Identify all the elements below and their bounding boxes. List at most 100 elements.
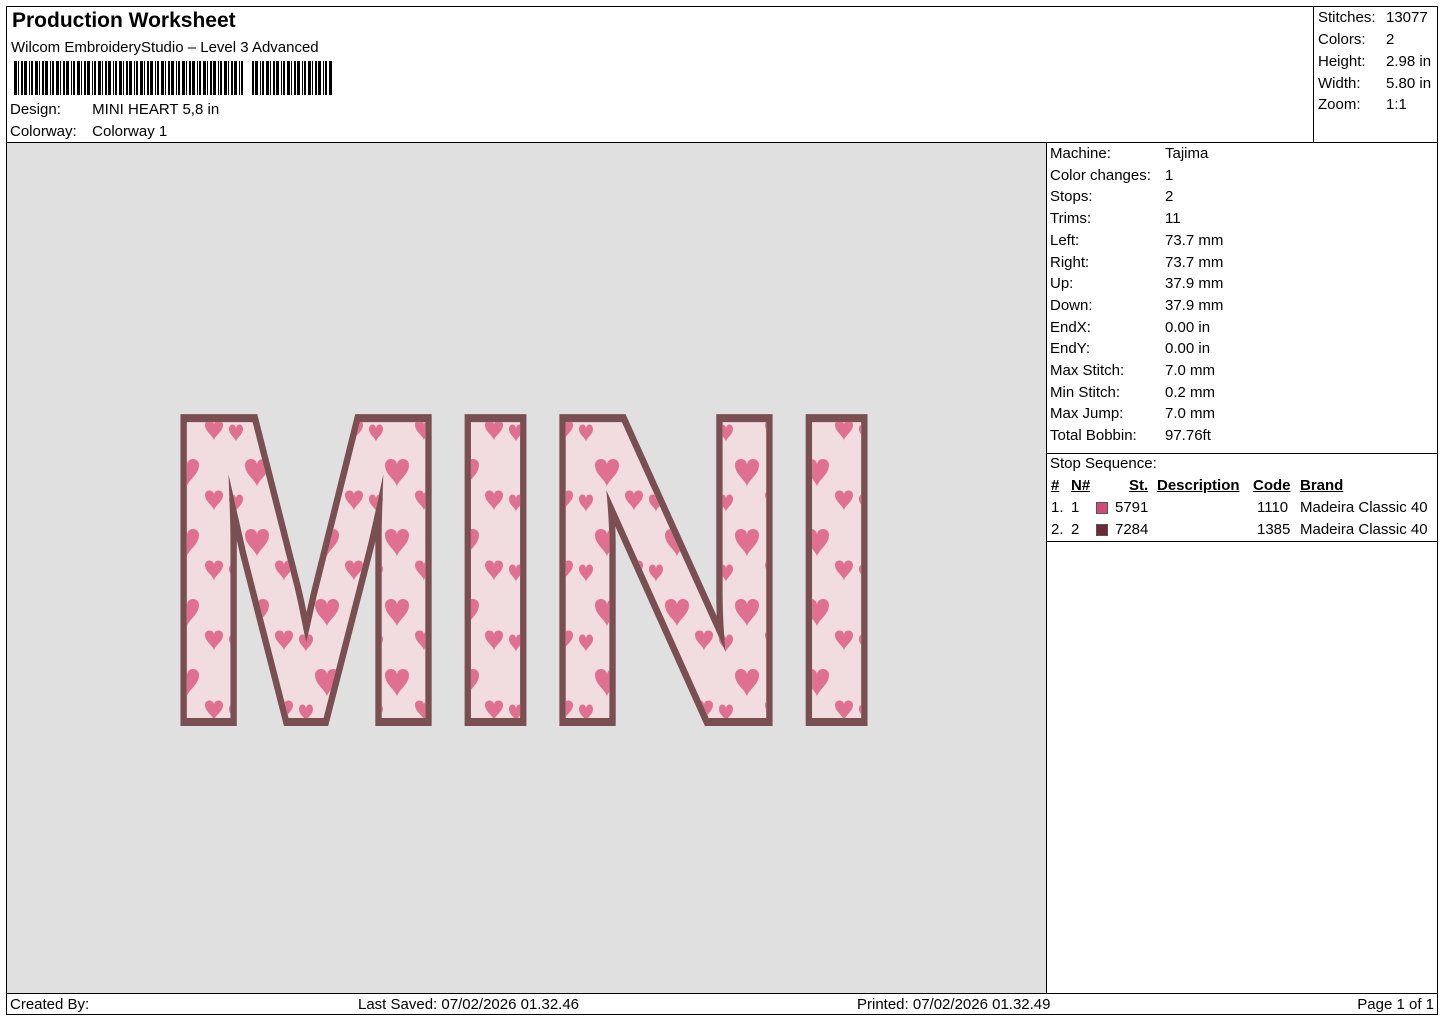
barcode-bar	[329, 61, 332, 95]
barcode-bar	[102, 61, 103, 95]
stop-st: 7284	[1115, 521, 1149, 538]
stop-st: 5791	[1115, 499, 1149, 516]
machine-info-value: Tajima	[1165, 145, 1209, 162]
stop-n: 1	[1071, 499, 1080, 516]
barcode-bar	[239, 61, 240, 95]
printed-date: Printed: 07/02/2026 01.32.49	[857, 996, 1051, 1013]
machine-info-row: Down: 37.9 mm	[1050, 297, 1223, 314]
width-value: 5.80 in	[1386, 75, 1432, 92]
colorway-label: Colorway:	[10, 123, 77, 140]
barcode-bar	[270, 61, 271, 95]
barcode-bar	[98, 61, 101, 95]
machine-info-row: Left: 73.7 mm	[1050, 232, 1223, 249]
barcode-bar	[157, 61, 159, 95]
barcode-bar	[297, 61, 300, 95]
worksheet-footer: Created By: Last Saved: 07/02/2026 01.32…	[7, 993, 1438, 1015]
stop-brand: Madeira Classic 40	[1300, 521, 1428, 538]
divider	[1047, 541, 1438, 542]
barcode-bar	[228, 61, 229, 95]
last-saved: Last Saved: 07/02/2026 01.32.46	[358, 996, 580, 1013]
machine-info-row: Machine: Tajima	[1050, 145, 1208, 162]
barcode-bar	[189, 61, 191, 95]
barcode-bar	[241, 61, 243, 95]
machine-info-row: Color changes: 1	[1050, 167, 1173, 184]
machine-info-value: 0.00 in	[1165, 340, 1211, 358]
machine-info-label: Stops:	[1050, 188, 1093, 206]
colors-label: Colors:	[1318, 31, 1366, 48]
barcode-bar	[50, 61, 51, 95]
machine-info-row: Stops: 2	[1050, 188, 1173, 205]
barcode-bar	[262, 61, 264, 95]
zoom-row: Zoom: 1:1	[1318, 96, 1407, 113]
barcode-bar	[136, 61, 138, 95]
barcode-bar	[220, 61, 222, 95]
barcode-bar	[113, 61, 114, 95]
barcode-bar	[66, 61, 69, 95]
design-letters-pattern: MINI	[164, 373, 884, 763]
barcode-bar	[302, 61, 303, 95]
barcode-bar	[210, 61, 212, 95]
barcode-bar	[197, 61, 198, 95]
barcode-bar	[318, 61, 321, 95]
barcode-bar	[63, 61, 65, 95]
software-name: Wilcom EmbroideryStudio – Level 3 Advanc…	[11, 39, 319, 56]
col-header-brand: Brand	[1300, 477, 1344, 494]
barcode-bar	[176, 61, 177, 95]
worksheet: Production Worksheet Wilcom EmbroiderySt…	[6, 6, 1438, 1015]
colorway-row: Colorway: Colorway 1	[10, 123, 167, 140]
barcode-bar	[129, 61, 132, 95]
barcode-bar	[165, 61, 166, 95]
colors-value: 2	[1386, 31, 1395, 48]
barcode-bar	[231, 61, 233, 95]
machine-info-label: Right:	[1050, 253, 1090, 271]
machine-info-value: 37.9 mm	[1165, 275, 1224, 293]
barcode-bar	[224, 61, 227, 95]
barcode-bar	[45, 61, 48, 95]
barcode-bar	[186, 61, 187, 95]
barcode-bar	[119, 61, 122, 95]
machine-info-value: 97.76ft	[1165, 427, 1211, 445]
machine-info-label: EndX:	[1050, 318, 1091, 336]
stop-code: 1385	[1257, 521, 1291, 538]
stop-n: 2	[1071, 521, 1080, 538]
col-header-n: N#	[1071, 477, 1091, 494]
machine-info-label: Down:	[1050, 296, 1093, 314]
barcode-bar	[199, 61, 201, 95]
barcode-bar	[105, 61, 107, 95]
machine-info-value: 7.0 mm	[1165, 362, 1216, 379]
stop-brand: Madeira Classic 40	[1300, 499, 1428, 516]
barcode-bar	[87, 61, 90, 95]
col-header-description: Description	[1157, 477, 1240, 494]
barcode-bar	[291, 61, 292, 95]
barcode-bar	[323, 61, 324, 95]
machine-info-row: Min Stitch: 0.2 mm	[1050, 384, 1215, 401]
stop-num: 2.	[1051, 521, 1064, 538]
zoom-value: 1:1	[1386, 96, 1407, 113]
machine-info-label: Up:	[1050, 275, 1074, 293]
barcode-bar	[182, 61, 185, 95]
barcode-bar	[29, 61, 30, 95]
barcode-bar	[71, 61, 72, 95]
barcode-bar	[178, 61, 180, 95]
barcode-bar	[126, 61, 128, 95]
machine-info-row: Max Stitch: 7.0 mm	[1050, 362, 1215, 379]
machine-info-value: 1	[1165, 166, 1174, 184]
machine-info-label: Min Stitch:	[1050, 383, 1121, 401]
colorway-value: Colorway 1	[92, 123, 168, 140]
barcode-bar	[255, 61, 258, 95]
barcode-bar	[281, 61, 282, 95]
width-label: Width:	[1318, 75, 1361, 92]
barcode-bar	[77, 61, 80, 95]
machine-info-label: Color changes:	[1050, 166, 1151, 184]
col-header-st: St.	[1129, 477, 1149, 494]
machine-info-row: Total Bobbin: 97.76ft	[1050, 427, 1211, 444]
machine-info-value: 73.7 mm	[1165, 231, 1224, 249]
machine-info-value: 2	[1165, 188, 1174, 206]
height-value: 2.98 in	[1386, 53, 1432, 70]
machine-info-row: Up: 37.9 mm	[1050, 275, 1223, 292]
barcode-bar	[18, 61, 19, 95]
barcode-bar	[134, 61, 135, 95]
machine-info-label: Max Jump:	[1050, 405, 1124, 423]
barcode-bar	[60, 61, 61, 95]
height-row: Height: 2.98 in	[1318, 53, 1431, 70]
